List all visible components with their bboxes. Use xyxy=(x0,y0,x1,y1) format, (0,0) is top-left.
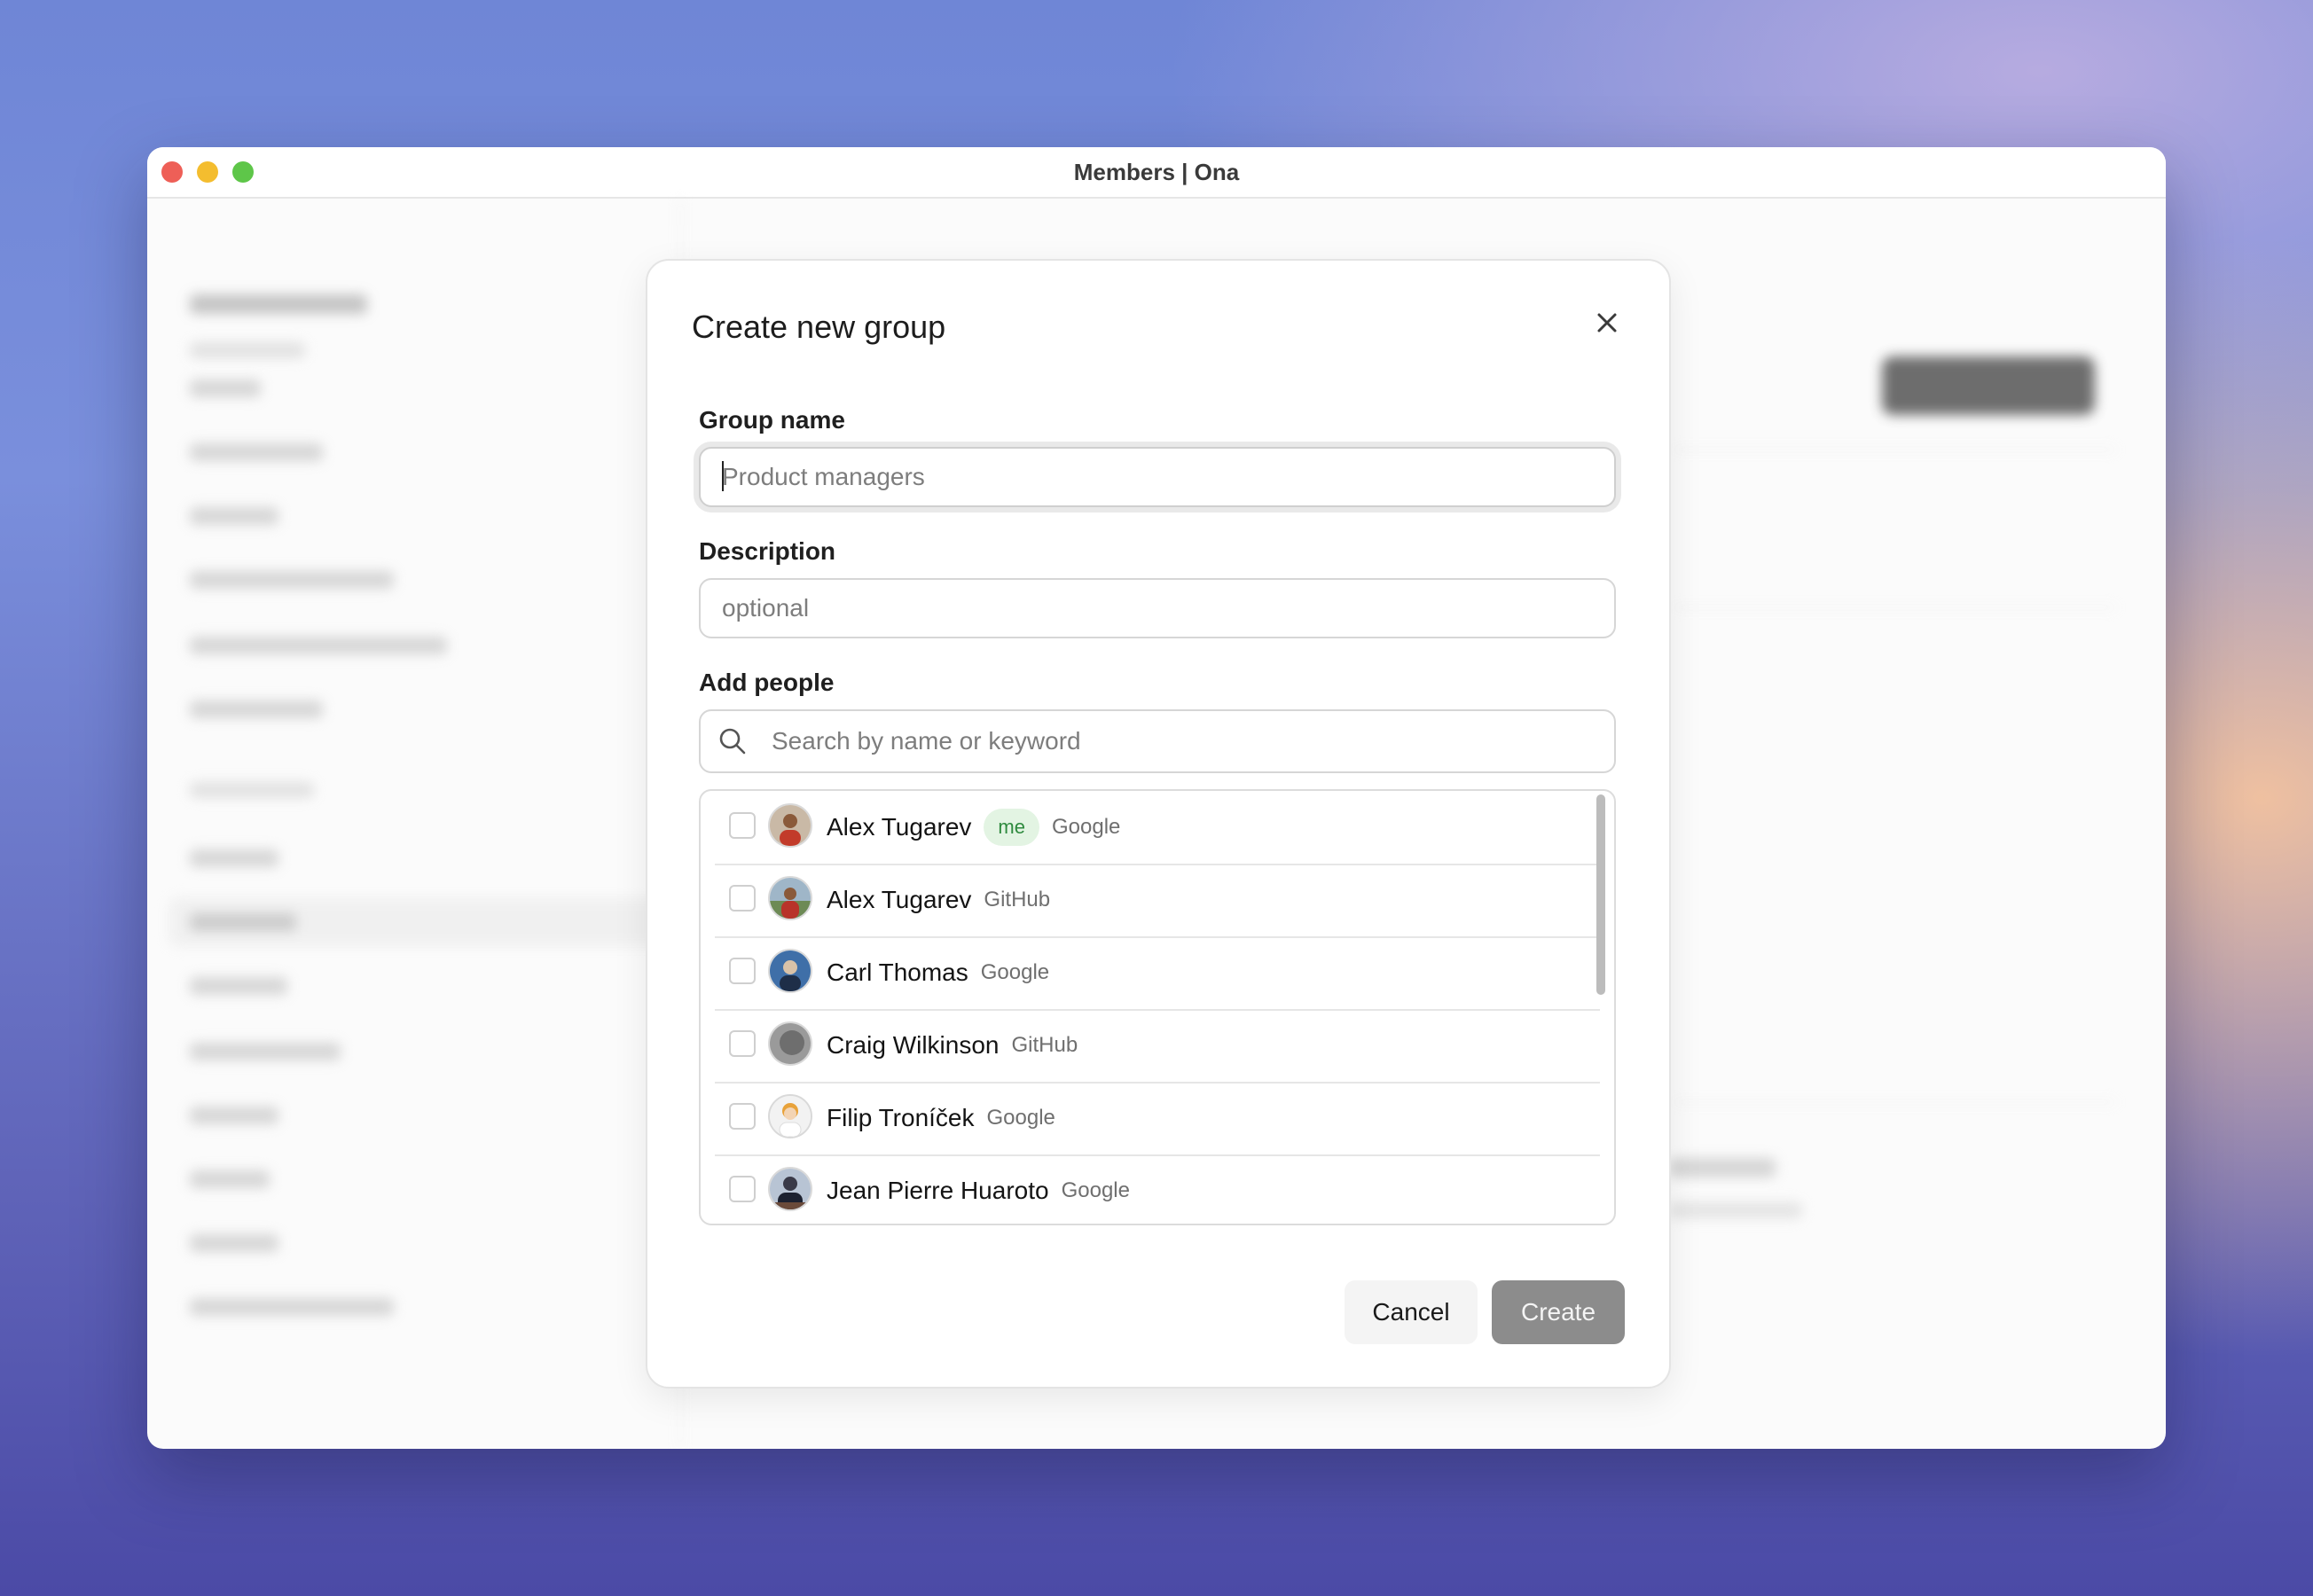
people-search-input[interactable] xyxy=(699,709,1616,773)
title-bar: Members | Ona xyxy=(147,147,2166,199)
person-name: Alex Tugarev xyxy=(827,813,972,841)
person-name: Craig Wilkinson xyxy=(827,1031,1000,1059)
people-list[interactable]: Alex Tugarev me Google Alex Tugarev GitH… xyxy=(699,789,1616,1225)
search-icon xyxy=(719,728,746,755)
create-button[interactable]: Create xyxy=(1492,1280,1625,1344)
dialog-title: Create new group xyxy=(692,309,946,345)
avatar xyxy=(768,803,812,848)
auth-provider: GitHub xyxy=(1011,1033,1078,1057)
person-row[interactable]: Carl Thomas Google xyxy=(715,936,1600,1011)
text-caret xyxy=(722,461,724,491)
create-group-dialog: Create new group Group name Description … xyxy=(646,259,1671,1389)
background-sidebar xyxy=(147,199,701,1449)
background-primary-button xyxy=(1882,356,2095,415)
person-checkbox[interactable] xyxy=(729,1030,756,1057)
person-name: Alex Tugarev xyxy=(827,886,972,913)
auth-provider: GitHub xyxy=(984,888,1051,911)
group-name-label: Group name xyxy=(699,406,845,434)
close-dialog-button[interactable] xyxy=(1586,301,1628,344)
avatar xyxy=(768,1021,812,1066)
person-row[interactable]: Craig Wilkinson GitHub xyxy=(715,1009,1600,1084)
avatar xyxy=(768,876,812,920)
person-row[interactable]: Alex Tugarev me Google xyxy=(715,791,1600,865)
person-checkbox[interactable] xyxy=(729,812,756,839)
avatar xyxy=(768,949,812,993)
person-row[interactable]: Jean Pierre Huaroto Google xyxy=(715,1154,1600,1224)
window-title: Members | Ona xyxy=(1073,159,1240,185)
person-checkbox[interactable] xyxy=(729,885,756,911)
people-search xyxy=(699,709,1616,773)
person-name: Carl Thomas xyxy=(827,958,968,986)
avatar xyxy=(768,1094,812,1138)
close-icon xyxy=(1597,313,1617,332)
add-people-label: Add people xyxy=(699,669,835,696)
auth-provider: Google xyxy=(1061,1178,1130,1202)
auth-provider: Google xyxy=(980,960,1050,984)
person-name: Filip Troníček xyxy=(827,1104,975,1131)
person-checkbox[interactable] xyxy=(729,1103,756,1130)
person-checkbox[interactable] xyxy=(729,958,756,984)
person-row[interactable]: Filip Troníček Google xyxy=(715,1082,1600,1156)
person-checkbox[interactable] xyxy=(729,1176,756,1202)
person-name: Jean Pierre Huaroto xyxy=(827,1177,1049,1204)
cancel-button[interactable]: Cancel xyxy=(1345,1280,1478,1344)
me-badge: me xyxy=(984,809,1039,846)
description-input[interactable] xyxy=(699,578,1616,638)
auth-provider: Google xyxy=(1051,815,1121,839)
auth-provider: Google xyxy=(986,1106,1055,1130)
description-label: Description xyxy=(699,537,836,565)
group-name-input[interactable] xyxy=(699,447,1616,507)
person-row[interactable]: Alex Tugarev GitHub xyxy=(715,864,1600,938)
list-scrollbar[interactable] xyxy=(1596,794,1605,995)
avatar xyxy=(768,1167,812,1211)
